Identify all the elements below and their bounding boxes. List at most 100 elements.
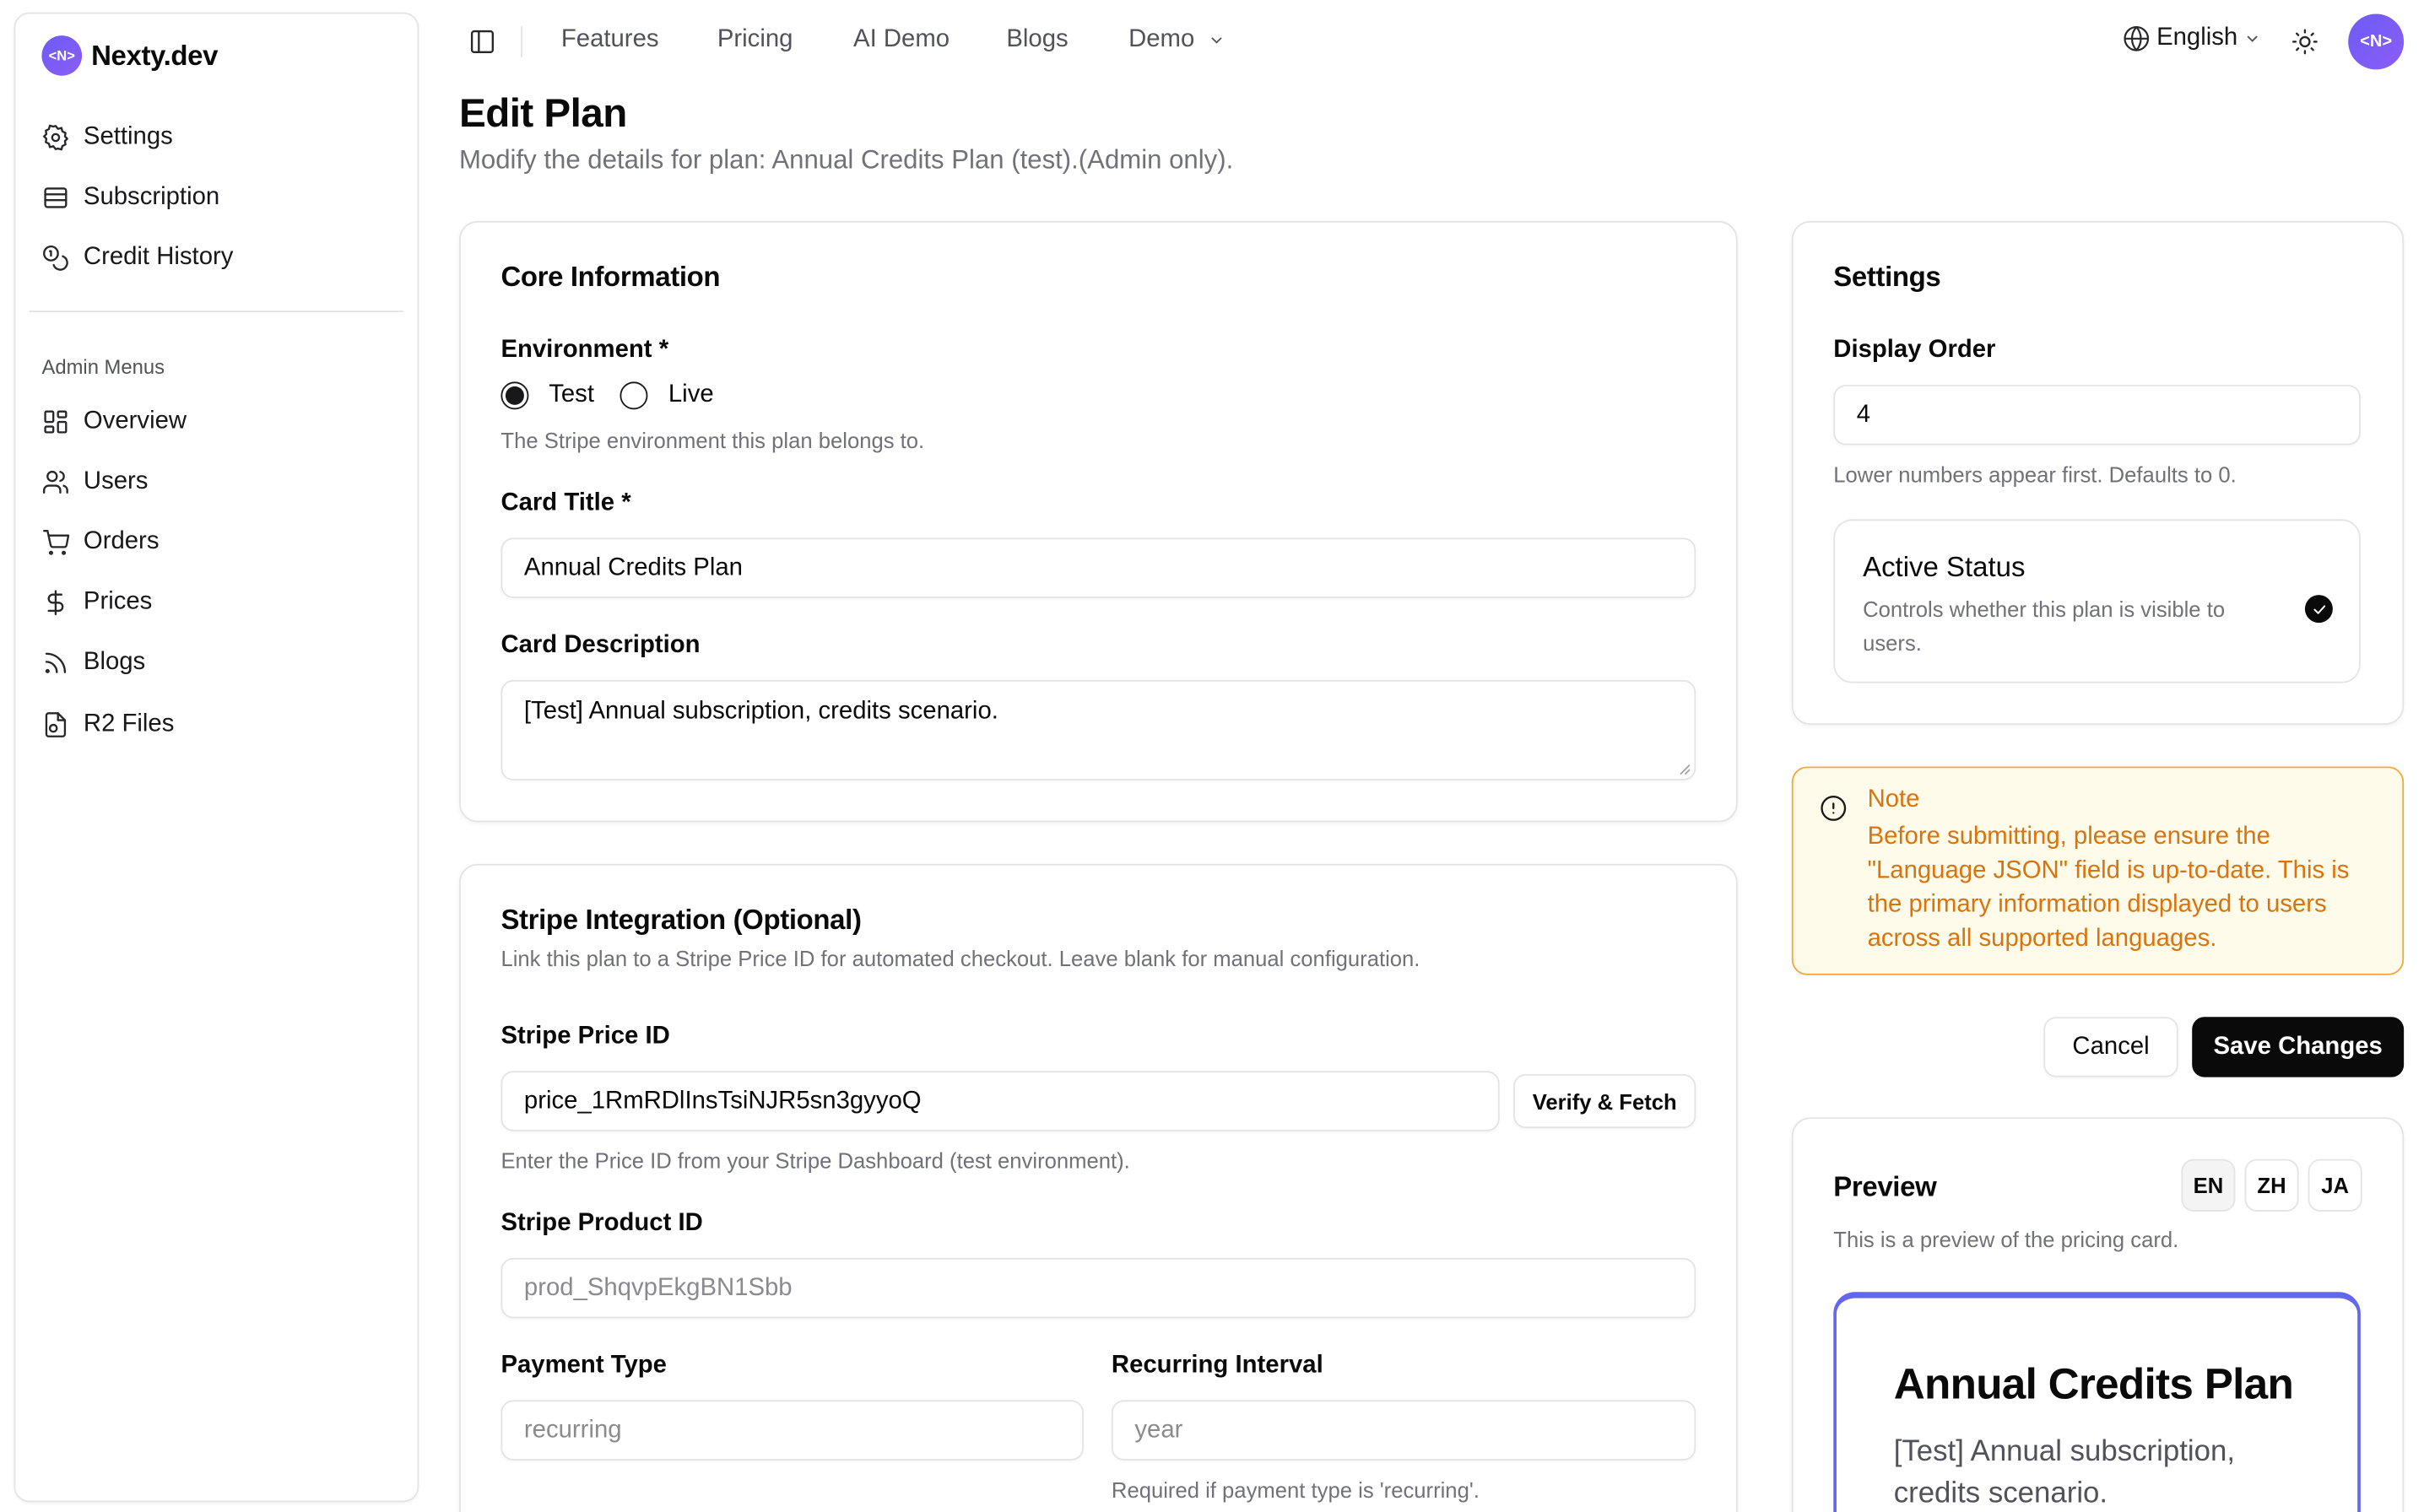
stripe-price-id-help: Enter the Price ID from your Stripe Dash…: [500, 1148, 1130, 1174]
sidebar-item-label: Credit History: [83, 244, 234, 271]
card-icon: [44, 187, 68, 208]
panel-left-icon: [470, 30, 494, 53]
preview-lang-zh-tab[interactable]: ZH: [2244, 1158, 2299, 1212]
preview-title: Preview: [1833, 1171, 1937, 1202]
chevron-down-icon: [2248, 35, 2259, 42]
brand-logo: <N>: [41, 35, 83, 76]
sidebar-item-prices[interactable]: Prices: [41, 584, 152, 621]
topnav-demo-label: Demo: [1128, 26, 1195, 53]
sidebar-item-label: Prices: [83, 588, 153, 615]
alert-circle-icon: [1820, 794, 1848, 822]
admin-menus-label: Admin Menus: [41, 355, 165, 379]
sun-icon: [2292, 29, 2318, 55]
active-status-description: Controls whether this plan is visible to…: [1863, 596, 2226, 656]
brand-name: Nexty.dev: [91, 39, 219, 71]
user-avatar[interactable]: <N>: [2348, 14, 2405, 70]
active-status-title: Active Status: [1863, 551, 2026, 583]
environment-live-radio[interactable]: [620, 381, 649, 410]
page-subtitle: Modify the details for plan: Annual Cred…: [458, 145, 1234, 175]
card-title-label: Card Title *: [500, 489, 631, 516]
settings-title: Settings: [1833, 261, 1941, 293]
theme-toggle-button[interactable]: [2291, 28, 2318, 56]
sidebar-item-label: R2 Files: [83, 710, 175, 737]
sidebar-item-overview[interactable]: Overview: [41, 403, 187, 440]
card-description-value: [Test] Annual subscription, credits scen…: [523, 698, 998, 726]
topnav-blogs[interactable]: Blogs: [1006, 26, 1068, 54]
card-title-input[interactable]: Annual Credits Plan: [500, 537, 1696, 598]
language-selector[interactable]: English: [2123, 24, 2263, 52]
note-title: Note: [1867, 786, 1920, 813]
cart-icon: [43, 529, 70, 555]
sidebar-item-label: Users: [83, 467, 149, 495]
sidebar-item-blogs[interactable]: Blogs: [41, 645, 145, 682]
environment-help: The Stripe environment this plan belongs…: [500, 428, 925, 453]
preview-lang-ja-tab[interactable]: JA: [2308, 1158, 2362, 1212]
topnav-features[interactable]: Features: [561, 26, 659, 54]
display-order-help: Lower numbers appear first. Defaults to …: [1833, 462, 2237, 487]
chevron-down-icon: [1210, 37, 1222, 44]
coins-icon: [43, 245, 68, 271]
dollar-icon: [47, 590, 64, 616]
sidebar-item-subscription[interactable]: Subscription: [41, 179, 219, 216]
stripe-product-id-input[interactable]: prod_ShqvpEkgBN1Sbb: [500, 1257, 1696, 1319]
display-order-label: Display Order: [1833, 337, 1996, 364]
topnav-pricing[interactable]: Pricing: [717, 26, 793, 54]
card-description-textarea[interactable]: [Test] Annual subscription, credits scen…: [500, 679, 1696, 780]
sidebar-item-r2-files[interactable]: R2 Files: [41, 706, 174, 743]
preview-lang-en-tab[interactable]: EN: [2181, 1158, 2236, 1212]
file-icon: [45, 712, 67, 737]
brand[interactable]: <N> Nexty.dev: [41, 35, 218, 76]
note-alert: Note Before submitting, please ensure th…: [1791, 766, 2405, 975]
grid-icon: [44, 410, 68, 434]
pricing-card-title: Annual Credits Plan: [1893, 1359, 2294, 1408]
stripe-integration-title: Stripe Integration (Optional): [500, 904, 862, 936]
language-label: English: [2156, 24, 2238, 51]
sidebar-item-label: Overview: [83, 408, 187, 435]
users-icon: [43, 470, 68, 494]
environment-label: Environment *: [500, 337, 669, 364]
sidebar-toggle-button[interactable]: [468, 28, 496, 56]
stripe-integration-description: Link this plan to a Stripe Price ID for …: [500, 945, 1420, 971]
stripe-price-id-label: Stripe Price ID: [500, 1023, 670, 1050]
pricing-card-preview: Annual Credits Plan [Test] Annual subscr…: [1833, 1292, 2361, 1512]
sidebar: <N> Nexty.dev Settings Subscription Cred…: [14, 12, 419, 1503]
sidebar-item-label: Orders: [83, 528, 160, 555]
verify-fetch-button[interactable]: Verify & Fetch: [1513, 1073, 1696, 1129]
save-changes-button[interactable]: Save Changes: [2192, 1017, 2405, 1077]
sidebar-item-settings[interactable]: Settings: [41, 119, 173, 156]
gear-icon: [43, 124, 68, 151]
card-description-label: Card Description: [500, 632, 701, 659]
stripe-price-id-input[interactable]: price_1RmRDlInsTsiNJR5sn3gyyoQ: [500, 1071, 1500, 1131]
note-body: Before submitting, please ensure the "La…: [1867, 824, 2350, 953]
globe-icon: [2124, 25, 2150, 51]
stripe-product-id-label: Stripe Product ID: [500, 1210, 703, 1237]
core-information-title: Core Information: [500, 261, 721, 293]
sidebar-divider: [29, 310, 404, 312]
topbar-separator: [521, 26, 523, 57]
recurring-interval-label: Recurring Interval: [1111, 1352, 1323, 1379]
preview-description: This is a preview of the pricing card.: [1833, 1227, 2179, 1252]
sidebar-item-label: Subscription: [83, 183, 220, 211]
recurring-interval-help: Required if payment type is 'recurring'.: [1111, 1477, 1480, 1503]
environment-radio-group: Test Live: [500, 381, 714, 410]
environment-test-label[interactable]: Test: [549, 381, 594, 409]
resize-handle-icon[interactable]: [1679, 764, 1691, 776]
environment-live-label[interactable]: Live: [668, 381, 714, 409]
cancel-button[interactable]: Cancel: [2043, 1017, 2178, 1077]
sidebar-item-label: Blogs: [83, 649, 146, 676]
recurring-interval-input[interactable]: year: [1111, 1400, 1696, 1461]
sidebar-item-label: Settings: [83, 123, 173, 150]
active-status-checkbox[interactable]: [2304, 595, 2333, 624]
topnav-ai-demo[interactable]: AI Demo: [853, 26, 950, 54]
sidebar-item-credit-history[interactable]: Credit History: [41, 240, 233, 277]
rss-icon: [45, 652, 67, 673]
sidebar-item-orders[interactable]: Orders: [41, 524, 159, 561]
topnav-demo-dropdown[interactable]: Demo: [1128, 26, 1226, 54]
page-title: Edit Plan: [458, 89, 627, 137]
display-order-input[interactable]: 4: [1833, 385, 2361, 446]
payment-type-label: Payment Type: [500, 1352, 667, 1379]
environment-test-radio[interactable]: [500, 381, 529, 410]
pricing-card-description: [Test] Annual subscription, credits scen…: [1893, 1435, 2236, 1510]
payment-type-input[interactable]: recurring: [500, 1400, 1084, 1461]
sidebar-item-users[interactable]: Users: [41, 463, 148, 500]
